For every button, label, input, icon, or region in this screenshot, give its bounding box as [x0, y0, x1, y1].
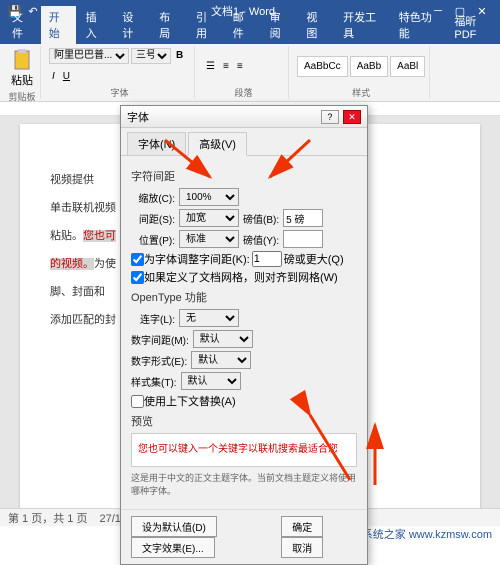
italic-button[interactable]: I — [49, 69, 58, 84]
kerning-value-input[interactable] — [252, 251, 282, 267]
pound2-label: 磅值(Y): — [243, 232, 279, 247]
tab-developer[interactable]: 开发工具 — [335, 6, 389, 44]
page-count[interactable]: 第 1 页，共 1 页 — [8, 510, 87, 526]
ligature-label: 连字(L): — [131, 311, 175, 326]
default-button[interactable]: 设为默认值(D) — [131, 516, 217, 537]
paste-button[interactable]: 粘贴 — [8, 46, 36, 90]
tab-special[interactable]: 特色功能 — [391, 6, 445, 44]
style-heading1[interactable]: AaBb — [350, 56, 388, 77]
style-heading2[interactable]: AaBl — [390, 56, 425, 77]
dialog-tab-advanced[interactable]: 高级(V) — [188, 132, 247, 156]
context-checkbox[interactable] — [131, 395, 144, 408]
ok-button[interactable]: 确定 — [281, 516, 323, 537]
tab-home[interactable]: 开始 — [41, 6, 76, 44]
position-select[interactable]: 标准 — [179, 230, 239, 248]
font-dialog: 字体 ? ✕ 字体(N) 高级(V) 字符间距 缩放(C): 100% 间距(S… — [120, 105, 368, 565]
ribbon: 粘贴 剪贴板 阿里巴巴普... 三号 B I U 字体 ☰ ≡ ≡ 段落 AaB… — [0, 44, 500, 102]
position-label: 位置(P): — [131, 232, 175, 247]
font-group-label: 字体 — [49, 86, 190, 99]
clipboard-group: 粘贴 剪贴板 — [4, 46, 41, 99]
paragraph-label: 段落 — [203, 86, 284, 99]
context-label: 使用上下文替换(A) — [144, 393, 236, 409]
numbering-icon[interactable]: ≡ — [220, 59, 232, 74]
underline-button[interactable]: U — [60, 69, 73, 84]
styleset-select[interactable]: 默认 — [181, 372, 241, 390]
scale-label: 缩放(C): — [131, 190, 175, 205]
tab-insert[interactable]: 插入 — [78, 6, 113, 44]
preview-note: 这是用于中文的正文主题字体。当前文档主题定义将使用哪种字体。 — [131, 471, 357, 497]
dialog-tab-font[interactable]: 字体(N) — [127, 132, 186, 156]
bold-button[interactable]: B — [173, 48, 186, 63]
font-size-select[interactable]: 三号 — [131, 48, 171, 64]
scale-select[interactable]: 100% — [179, 188, 239, 206]
kerning-checkbox[interactable] — [131, 253, 144, 266]
bullets-icon[interactable]: ☰ — [203, 59, 218, 74]
tab-mailings[interactable]: 邮件 — [225, 6, 260, 44]
tab-references[interactable]: 引用 — [188, 6, 223, 44]
pound2-input[interactable] — [283, 230, 323, 248]
opentype-section: OpenType 功能 — [131, 289, 357, 305]
tab-file[interactable]: 文件 — [4, 6, 39, 44]
tab-review[interactable]: 审阅 — [262, 6, 297, 44]
align-left-icon[interactable]: ≡ — [234, 59, 246, 74]
preview-box: 您也可以键入一个关键字以联机搜索最适合您 — [131, 433, 357, 467]
grid-label: 如果定义了文档网格，则对齐到网格(W) — [144, 269, 338, 285]
preview-section: 预览 — [131, 413, 357, 429]
ligature-select[interactable]: 无 — [179, 309, 239, 327]
font-group: 阿里巴巴普... 三号 B I U 字体 — [45, 46, 195, 99]
clipboard-label: 剪贴板 — [8, 90, 36, 103]
spacing-select[interactable]: 加宽 — [179, 209, 239, 227]
cancel-button[interactable]: 取消 — [281, 537, 323, 558]
dialog-buttons: 设为默认值(D) 文字效果(E)... 确定 取消 — [121, 509, 367, 564]
tab-view[interactable]: 视图 — [298, 6, 333, 44]
spacing-label: 间距(S): — [131, 211, 175, 226]
dialog-close-icon[interactable]: ✕ — [343, 110, 361, 124]
numform-label: 数字形式(E): — [131, 353, 187, 368]
tab-design[interactable]: 设计 — [114, 6, 149, 44]
char-spacing-section: 字符间距 — [131, 168, 357, 184]
styles-group: AaBbCc AaBb AaBl 样式 — [293, 46, 430, 99]
styles-label: 样式 — [297, 86, 425, 99]
grid-checkbox[interactable] — [131, 271, 144, 284]
kerning-suffix: 磅或更大(Q) — [284, 251, 344, 267]
font-family-select[interactable]: 阿里巴巴普... — [49, 48, 129, 64]
numform-select[interactable]: 默认 — [191, 351, 251, 369]
dialog-titlebar[interactable]: 字体 ? ✕ — [121, 106, 367, 128]
text-effects-button[interactable]: 文字效果(E)... — [131, 537, 215, 558]
ribbon-tabs: 文件 开始 插入 设计 布局 引用 邮件 审阅 视图 开发工具 特色功能 福昕P… — [0, 22, 500, 44]
kerning-label: 为字体调整字间距(K): — [144, 251, 250, 267]
style-normal[interactable]: AaBbCc — [297, 56, 348, 77]
tab-layout[interactable]: 布局 — [151, 6, 186, 44]
numspacing-select[interactable]: 默认 — [193, 330, 253, 348]
tab-foxit[interactable]: 福昕PDF — [446, 10, 500, 44]
paragraph-group: ☰ ≡ ≡ 段落 — [199, 46, 289, 99]
styleset-label: 样式集(T): — [131, 374, 177, 389]
pound-input[interactable] — [283, 209, 323, 227]
dialog-title-text: 字体 — [127, 109, 320, 125]
dialog-help-icon[interactable]: ? — [321, 110, 339, 124]
dialog-tabs: 字体(N) 高级(V) — [121, 128, 367, 156]
dialog-body: 字符间距 缩放(C): 100% 间距(S): 加宽 磅值(B): 位置(P):… — [121, 155, 367, 509]
pound-label: 磅值(B): — [243, 211, 279, 226]
numspacing-label: 数字间距(M): — [131, 332, 189, 347]
